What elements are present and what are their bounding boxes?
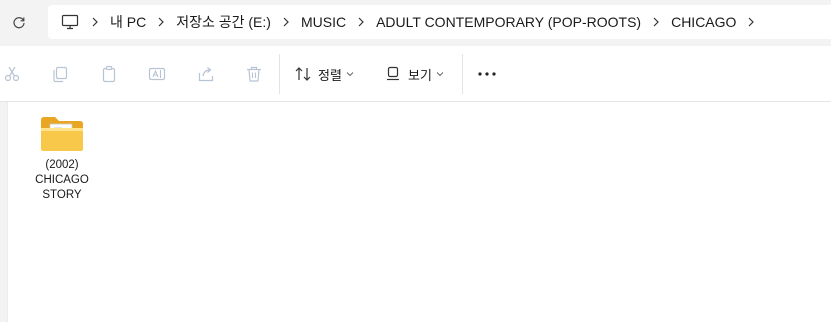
chevron-down-icon bbox=[346, 71, 354, 77]
view-button[interactable]: 보기 bbox=[384, 60, 444, 88]
chevron-right-icon[interactable] bbox=[350, 5, 372, 39]
refresh-icon bbox=[13, 17, 25, 29]
command-bar: 정렬 보기 bbox=[0, 46, 831, 102]
more-icon bbox=[478, 72, 496, 76]
breadcrumb-genre[interactable]: ADULT CONTEMPORARY (POP-ROOTS) bbox=[372, 5, 645, 39]
chevron-right-icon[interactable] bbox=[150, 5, 172, 39]
rename-button[interactable] bbox=[145, 62, 169, 86]
chevron-right-icon[interactable] bbox=[275, 5, 297, 39]
rename-icon bbox=[148, 67, 166, 81]
toolbar-divider bbox=[279, 54, 280, 94]
share-icon bbox=[198, 67, 214, 82]
navigation-bar: 내 PC 저장소 공간 (E:) MUSIC ADULT CONTEMPORAR… bbox=[0, 0, 831, 46]
file-list-pane[interactable]: (2002) CHICAGO STORY bbox=[0, 102, 831, 322]
chevron-right-icon[interactable] bbox=[84, 5, 106, 39]
folder-name: (2002) CHICAGO STORY bbox=[35, 159, 89, 201]
toolbar-divider bbox=[462, 54, 463, 94]
delete-button[interactable] bbox=[242, 62, 266, 86]
refresh-button[interactable] bbox=[6, 10, 32, 36]
paste-button[interactable] bbox=[97, 62, 121, 86]
sort-icon bbox=[295, 67, 311, 81]
chevron-right-icon[interactable] bbox=[740, 5, 762, 39]
address-bar[interactable]: 내 PC 저장소 공간 (E:) MUSIC ADULT CONTEMPORAR… bbox=[48, 5, 831, 39]
chevron-down-icon bbox=[436, 71, 444, 77]
computer-icon[interactable] bbox=[60, 12, 80, 32]
breadcrumb-drive[interactable]: 저장소 공간 (E:) bbox=[172, 5, 275, 39]
cut-button[interactable] bbox=[0, 62, 24, 86]
clipboard-icon bbox=[102, 65, 116, 83]
sort-button[interactable]: 정렬 bbox=[294, 60, 354, 88]
chevron-right-icon[interactable] bbox=[645, 5, 667, 39]
more-options-button[interactable] bbox=[474, 60, 500, 88]
sort-label: 정렬 bbox=[318, 67, 342, 83]
share-button[interactable] bbox=[194, 62, 218, 86]
folder-icon bbox=[41, 117, 83, 151]
view-label: 보기 bbox=[408, 67, 432, 83]
scissors-icon bbox=[4, 66, 20, 82]
breadcrumb-music[interactable]: MUSIC bbox=[297, 5, 350, 39]
folder-item[interactable]: (2002) CHICAGO STORY bbox=[26, 114, 98, 203]
breadcrumb-artist[interactable]: CHICAGO bbox=[667, 5, 740, 39]
navigation-pane-edge bbox=[0, 102, 8, 322]
breadcrumb-this-pc[interactable]: 내 PC bbox=[106, 5, 150, 39]
trash-icon bbox=[247, 66, 261, 82]
copy-icon bbox=[53, 66, 68, 83]
view-icon bbox=[387, 66, 399, 81]
copy-button[interactable] bbox=[48, 62, 72, 86]
